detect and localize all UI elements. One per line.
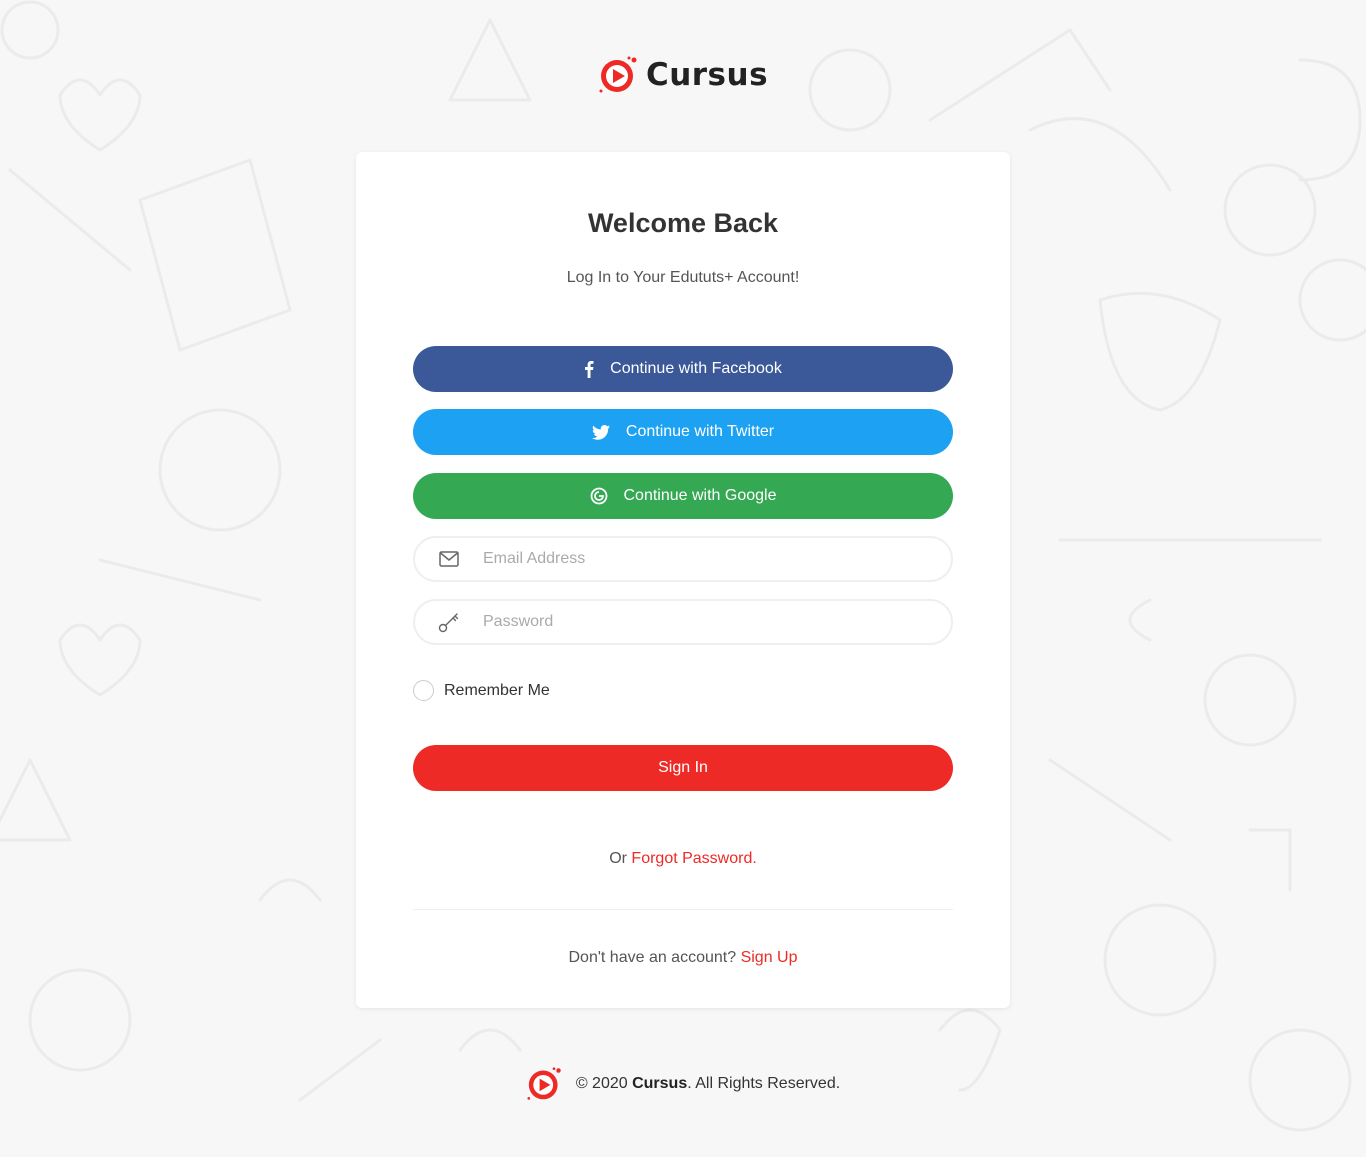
continue-with-facebook-button[interactable]: Continue with Facebook	[413, 346, 953, 392]
email-field[interactable]	[413, 536, 953, 582]
key-icon	[415, 611, 483, 633]
cursus-footer-logo-icon	[527, 1067, 561, 1100]
google-button-label: Continue with Google	[623, 487, 777, 504]
sign-in-button[interactable]: Sign In	[413, 745, 953, 791]
facebook-icon	[585, 361, 594, 378]
remember-me-label: Remember Me	[444, 681, 550, 699]
footer-brand: Cursus	[632, 1075, 688, 1092]
password-input[interactable]	[483, 613, 923, 631]
continue-with-google-button[interactable]: Continue with Google	[413, 473, 953, 519]
footer-copyright-prefix: © 2020	[575, 1075, 628, 1092]
login-card: Welcome Back Log In to Your Edututs+ Acc…	[356, 152, 1010, 1008]
footer-copyright: © 2020 Cursus. All Rights Reserved.	[576, 1075, 840, 1093]
password-field[interactable]	[413, 599, 953, 645]
sign-up-link[interactable]: Sign Up	[741, 949, 798, 966]
twitter-button-label: Continue with Twitter	[625, 423, 775, 440]
forgot-password-link[interactable]: Forgot Password.	[631, 850, 756, 867]
facebook-button-label: Continue with Facebook	[610, 360, 782, 377]
forgot-password-row: Or Forgot Password.	[356, 850, 1010, 868]
google-icon	[590, 487, 607, 505]
signup-prefix: Don't have an account?	[568, 949, 737, 966]
footer-suffix: . All Rights Reserved.	[687, 1075, 841, 1092]
divider	[413, 909, 953, 910]
footer: © 2020 Cursus. All Rights Reserved.	[0, 1066, 1366, 1102]
twitter-icon	[591, 424, 610, 440]
remember-me-radio[interactable]	[413, 680, 434, 701]
envelope-icon	[415, 551, 483, 567]
email-input[interactable]	[483, 550, 923, 568]
forgot-prefix: Or	[609, 850, 627, 867]
brand-name: Cursus	[645, 57, 769, 93]
remember-me-checkbox[interactable]: Remember Me	[413, 680, 550, 701]
sign-in-label: Sign In	[658, 759, 708, 776]
page-title: Welcome Back	[587, 208, 779, 238]
brand-logo[interactable]: Cursus	[0, 55, 1366, 95]
cursus-logo-icon	[599, 56, 637, 93]
signup-row: Don't have an account? Sign Up	[356, 949, 1010, 967]
page-subtitle: Log In to Your Edututs+ Account!	[566, 269, 800, 286]
continue-with-twitter-button[interactable]: Continue with Twitter	[413, 409, 953, 455]
